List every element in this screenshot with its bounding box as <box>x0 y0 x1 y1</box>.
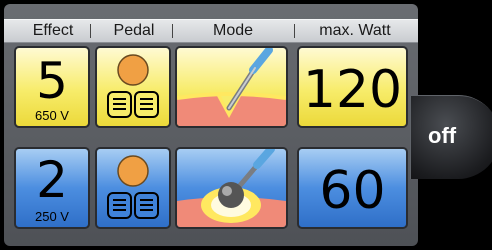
ball-electrode-coag-icon <box>177 149 286 227</box>
header-mode: Mode <box>212 22 254 39</box>
header-divider <box>90 24 91 38</box>
pedal-button-1[interactable] <box>95 46 171 128</box>
header-effect: Effect <box>32 22 74 39</box>
header-divider <box>172 24 173 38</box>
electrode-blade-cut-icon <box>177 48 286 126</box>
mode-cut-button[interactable] <box>175 46 288 128</box>
control-panel: Effect Pedal Mode max. Watt 5 650 V 120 … <box>4 4 418 246</box>
foot-pedal-icon <box>107 155 159 219</box>
header-max-watt: max. Watt <box>319 22 391 39</box>
effect-button-1[interactable]: 5 650 V <box>14 46 90 128</box>
header-pedal: Pedal <box>113 22 155 39</box>
column-header-bar: Effect Pedal Mode max. Watt <box>4 19 418 43</box>
max-watt-value: 60 <box>319 161 386 221</box>
pedal-button-2[interactable] <box>95 147 171 229</box>
voltage-value: 250 V <box>35 209 69 224</box>
max-watt-value: 120 <box>302 60 403 120</box>
header-divider <box>294 24 295 38</box>
max-watt-button-1[interactable]: 120 <box>297 46 408 128</box>
effect-level-value: 5 <box>36 52 68 110</box>
foot-pedal-icon <box>107 54 159 118</box>
effect-level-value: 2 <box>36 151 68 209</box>
off-button[interactable]: off <box>410 95 492 179</box>
max-watt-button-2[interactable]: 60 <box>297 147 408 229</box>
off-button-label: off <box>428 123 457 148</box>
effect-button-2[interactable]: 2 250 V <box>14 147 90 229</box>
mode-coag-button[interactable] <box>175 147 288 229</box>
voltage-value: 650 V <box>35 108 69 123</box>
